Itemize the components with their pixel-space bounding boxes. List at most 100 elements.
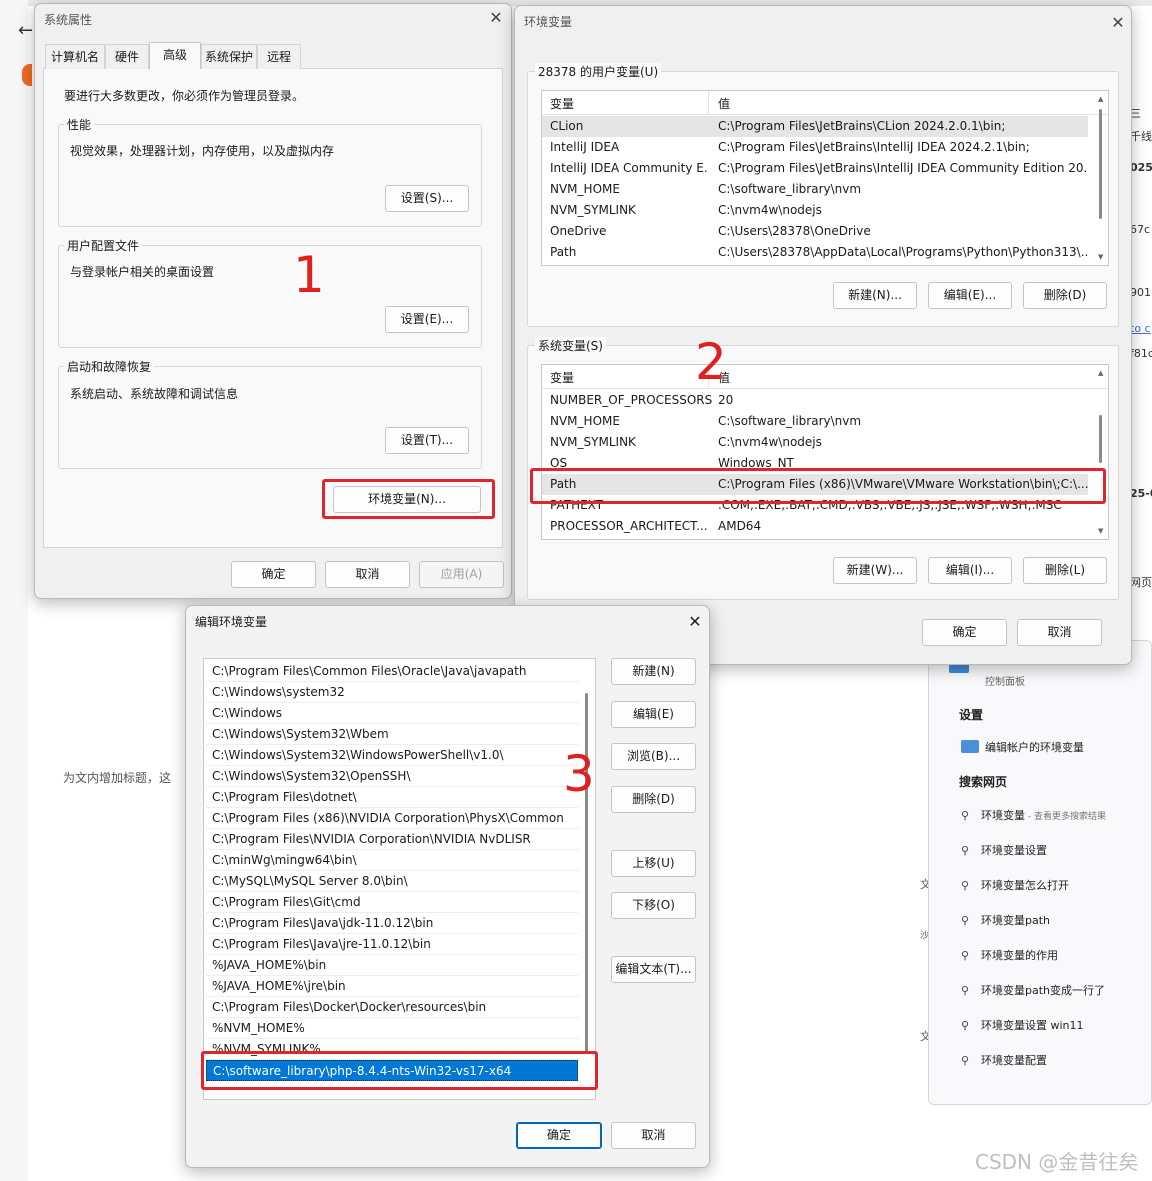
table-row[interactable]: IntelliJ IDEA C:\Program Files\JetBrains\…: [542, 137, 1088, 158]
path-entry[interactable]: C:\Windows\System32\OpenSSH\: [206, 766, 578, 787]
annotation-box-new-path: [201, 1051, 598, 1090]
column-header-variable[interactable]: 变量: [550, 95, 574, 112]
table-row[interactable]: NUMBER_OF_PROCESSORS 20: [542, 390, 1088, 411]
column-header-value[interactable]: 值: [718, 95, 730, 112]
search-icon: ⚲: [961, 844, 970, 857]
web-result-item[interactable]: ⚲ 环境变量path: [961, 912, 1050, 932]
table-row[interactable]: CLion C:\Program Files\JetBrains\CLion 20…: [542, 116, 1088, 137]
path-entry[interactable]: C:\Program Files\NVIDIA Corporation\NVID…: [206, 829, 578, 850]
path-entry[interactable]: C:\minWg\mingw64\bin\: [206, 850, 578, 871]
ok-button[interactable]: 确定: [922, 619, 1007, 646]
startup-recovery-settings-button[interactable]: 设置(T)...: [385, 427, 469, 454]
close-icon[interactable]: ✕: [683, 611, 707, 633]
path-entry[interactable]: C:\Program Files\Common Files\Oracle\Jav…: [206, 661, 578, 682]
delete-button[interactable]: 删除(D): [611, 786, 696, 813]
edit-text-button[interactable]: 编辑文本(T)...: [611, 956, 696, 983]
row-value: C:\software_library\nvm: [718, 414, 862, 428]
system-edit-button[interactable]: 编辑(I)...: [928, 557, 1012, 584]
web-result-text: 环境变量: [981, 809, 1025, 822]
edit-button[interactable]: 编辑(E): [611, 701, 696, 728]
cancel-button[interactable]: 取消: [611, 1122, 696, 1149]
tab-remote[interactable]: 远程: [257, 44, 301, 69]
vertical-scrollbar[interactable]: [1099, 109, 1102, 219]
back-arrow-icon[interactable]: ←: [18, 20, 33, 41]
path-entry[interactable]: C:\Program Files\Git\cmd: [206, 892, 578, 913]
performance-settings-button[interactable]: 设置(S)...: [385, 185, 469, 212]
row-value: AMD64: [718, 519, 762, 533]
tab-bar: 计算机名 硬件 高级 系统保护 远程: [45, 42, 501, 69]
table-row[interactable]: NVM_HOME C:\software_library\nvm: [542, 179, 1088, 200]
web-result-item[interactable]: ⚲ 环境变量设置: [961, 842, 1047, 862]
vertical-scrollbar[interactable]: [1099, 415, 1102, 463]
path-entry[interactable]: C:\Program Files\Java\jdk-11.0.12\bin: [206, 913, 578, 934]
table-row[interactable]: NVM_SYMLINK C:\nvm4w\nodejs: [542, 200, 1088, 221]
path-entry[interactable]: %NVM_HOME%: [206, 1018, 578, 1039]
row-variable: OneDrive: [550, 224, 607, 238]
web-result-item[interactable]: ⚲ 环境变量怎么打开: [961, 877, 1069, 897]
table-row[interactable]: PROCESSOR_ARCHITECT... AMD64: [542, 516, 1088, 537]
fragment-link[interactable]: to c: [1130, 322, 1151, 335]
web-result-item[interactable]: ⚲ 环境变量设置 win11: [961, 1017, 1084, 1037]
web-result-sub: - 查看更多搜索结果: [1025, 812, 1106, 822]
close-icon[interactable]: ✕: [1106, 12, 1130, 34]
list-header: 变量 值: [542, 91, 1108, 115]
column-header-variable[interactable]: 变量: [550, 369, 574, 386]
web-result-item[interactable]: ⚲ 环境变量path变成一行了: [961, 982, 1105, 1002]
path-entry[interactable]: C:\Windows: [206, 703, 578, 724]
scroll-down-icon[interactable]: ▼: [1098, 253, 1103, 261]
system-variables-list[interactable]: 变量 值 NUMBER_OF_PROCESSORS 20 NVM_HOME C:\s…: [541, 364, 1109, 540]
path-entry[interactable]: C:\Program Files\Docker\Docker\resources…: [206, 997, 578, 1018]
path-entry[interactable]: C:\Program Files\Java\jre-11.0.12\bin: [206, 934, 578, 955]
apply-button[interactable]: 应用(A): [419, 561, 504, 588]
path-entry[interactable]: C:\Program Files\dotnet\: [206, 787, 578, 808]
user-variables-list[interactable]: 变量 值 CLion C:\Program Files\JetBrains\CLi…: [541, 90, 1109, 266]
table-row[interactable]: OneDrive C:\Users\28378\OneDrive: [542, 221, 1088, 242]
path-entry[interactable]: %JAVA_HOME%\bin: [206, 955, 578, 976]
path-entry[interactable]: %JAVA_HOME%\jre\bin: [206, 976, 578, 997]
new-button[interactable]: 新建(N): [611, 658, 696, 685]
path-entry[interactable]: C:\Program Files (x86)\NVIDIA Corporatio…: [206, 808, 578, 829]
environment-variables-window: 环境变量 ✕ 28378 的用户变量(U) 变量 值 CLion C:\Progr…: [514, 5, 1132, 665]
scroll-up-icon[interactable]: ▲: [1098, 95, 1103, 103]
tab-advanced[interactable]: 高级: [149, 42, 201, 69]
user-edit-button[interactable]: 编辑(E)...: [928, 282, 1012, 309]
move-up-button[interactable]: 上移(U): [611, 850, 696, 877]
table-row[interactable]: IntelliJ IDEA Community E... C:\Program F…: [542, 158, 1088, 179]
row-value: C:\Users\28378\OneDrive: [718, 224, 871, 238]
table-row[interactable]: Path C:\Users\28378\AppData\Local\Program…: [542, 242, 1088, 263]
window-title: 环境变量: [524, 15, 573, 29]
cancel-button[interactable]: 取消: [325, 561, 410, 588]
table-row[interactable]: NVM_HOME C:\software_library\nvm: [542, 411, 1088, 432]
setting-edit-account-env[interactable]: 编辑帐户的环境变量: [985, 739, 1084, 755]
user-profile-settings-button[interactable]: 设置(E)...: [385, 306, 469, 333]
system-delete-button[interactable]: 删除(L): [1023, 557, 1107, 584]
tab-computer-name[interactable]: 计算机名: [45, 44, 105, 69]
web-result-item[interactable]: ⚲ 环境变量的作用: [961, 947, 1058, 967]
web-result-item[interactable]: ⚲ 环境变量 - 查看更多搜索结果: [961, 807, 1106, 827]
path-entry[interactable]: C:\Windows\system32: [206, 682, 578, 703]
scroll-down-icon[interactable]: ▼: [1098, 527, 1103, 535]
table-row[interactable]: NVM_SYMLINK C:\nvm4w\nodejs: [542, 432, 1088, 453]
path-entry[interactable]: C:\Windows\System32\Wbem: [206, 724, 578, 745]
user-delete-button[interactable]: 删除(D): [1023, 282, 1107, 309]
path-entry[interactable]: C:\Windows\System32\WindowsPowerShell\v1…: [206, 745, 578, 766]
admin-note: 要进行大多数更改，你必须作为管理员登录。: [64, 89, 305, 103]
group-description: 系统启动、系统故障和调试信息: [70, 387, 239, 401]
system-new-button[interactable]: 新建(W)...: [833, 557, 917, 584]
tab-hardware[interactable]: 硬件: [105, 44, 149, 69]
path-entries-list[interactable]: C:\Program Files\Common Files\Oracle\Jav…: [203, 658, 596, 1100]
ok-button[interactable]: 确定: [516, 1122, 602, 1149]
ok-button[interactable]: 确定: [231, 561, 316, 588]
close-icon[interactable]: ✕: [484, 7, 508, 29]
scroll-up-icon[interactable]: ▲: [1098, 369, 1103, 377]
cancel-button[interactable]: 取消: [1017, 619, 1102, 646]
user-new-button[interactable]: 新建(N)...: [833, 282, 917, 309]
fragment-text: f81c: [1130, 347, 1152, 360]
tab-system-protection[interactable]: 系统保护: [201, 44, 257, 69]
browse-button[interactable]: 浏览(B)...: [611, 743, 696, 770]
move-down-button[interactable]: 下移(O): [611, 892, 696, 919]
path-entry-text: C:\Windows\system32: [212, 685, 345, 699]
path-entry[interactable]: C:\MySQL\MySQL Server 8.0\bin\: [206, 871, 578, 892]
search-icon: ⚲: [961, 1054, 970, 1067]
web-result-item[interactable]: ⚲ 环境变量配置: [961, 1052, 1047, 1072]
